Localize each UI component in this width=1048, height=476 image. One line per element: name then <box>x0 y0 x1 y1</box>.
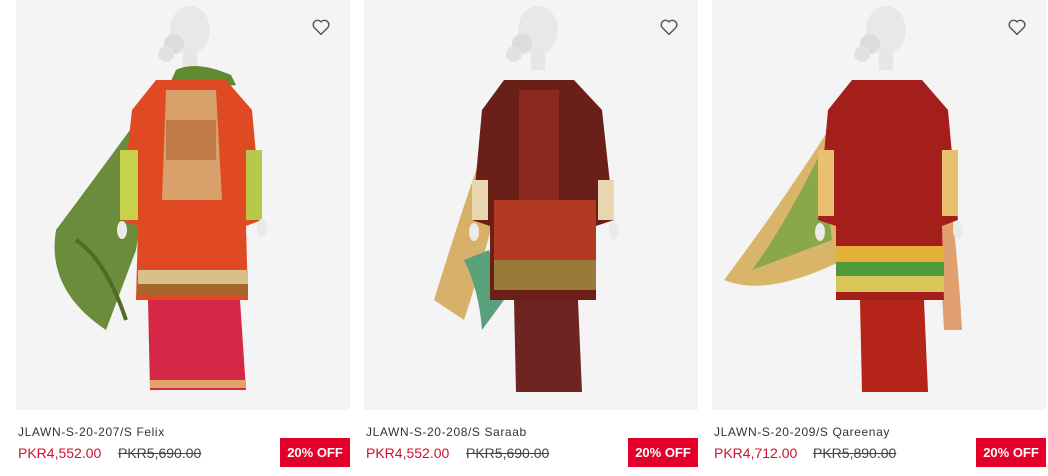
discount-badge: 20% OFF <box>976 438 1046 467</box>
product-card[interactable]: JLAWN-S-20-208/S Saraab PKR4,552.00 PKR5… <box>364 0 698 476</box>
discount-badge: 20% OFF <box>628 438 698 467</box>
product-card[interactable]: JLAWN-S-20-209/S Qareenay PKR4,712.00 PK… <box>712 0 1046 476</box>
sale-price: PKR4,712.00 <box>714 445 798 461</box>
product-card[interactable]: JLAWN-S-20-207/S Felix PKR4,552.00 PKR5,… <box>16 0 350 476</box>
heart-outline-icon[interactable] <box>1006 16 1028 38</box>
original-price: PKR5,690.00 <box>118 445 202 461</box>
sale-price: PKR4,552.00 <box>366 445 450 461</box>
product-image[interactable] <box>16 0 350 410</box>
product-title[interactable]: JLAWN-S-20-209/S Qareenay <box>714 425 890 439</box>
heart-outline-icon[interactable] <box>310 16 332 38</box>
discount-badge: 20% OFF <box>280 438 350 467</box>
sale-price: PKR4,552.00 <box>18 445 102 461</box>
original-price: PKR5,690.00 <box>466 445 550 461</box>
product-grid: JLAWN-S-20-207/S Felix PKR4,552.00 PKR5,… <box>0 0 1048 476</box>
product-image[interactable] <box>712 0 1046 410</box>
product-title[interactable]: JLAWN-S-20-207/S Felix <box>18 425 165 439</box>
product-image[interactable] <box>364 0 698 410</box>
product-title[interactable]: JLAWN-S-20-208/S Saraab <box>366 425 527 439</box>
original-price: PKR5,890.00 <box>813 445 897 461</box>
heart-outline-icon[interactable] <box>658 16 680 38</box>
